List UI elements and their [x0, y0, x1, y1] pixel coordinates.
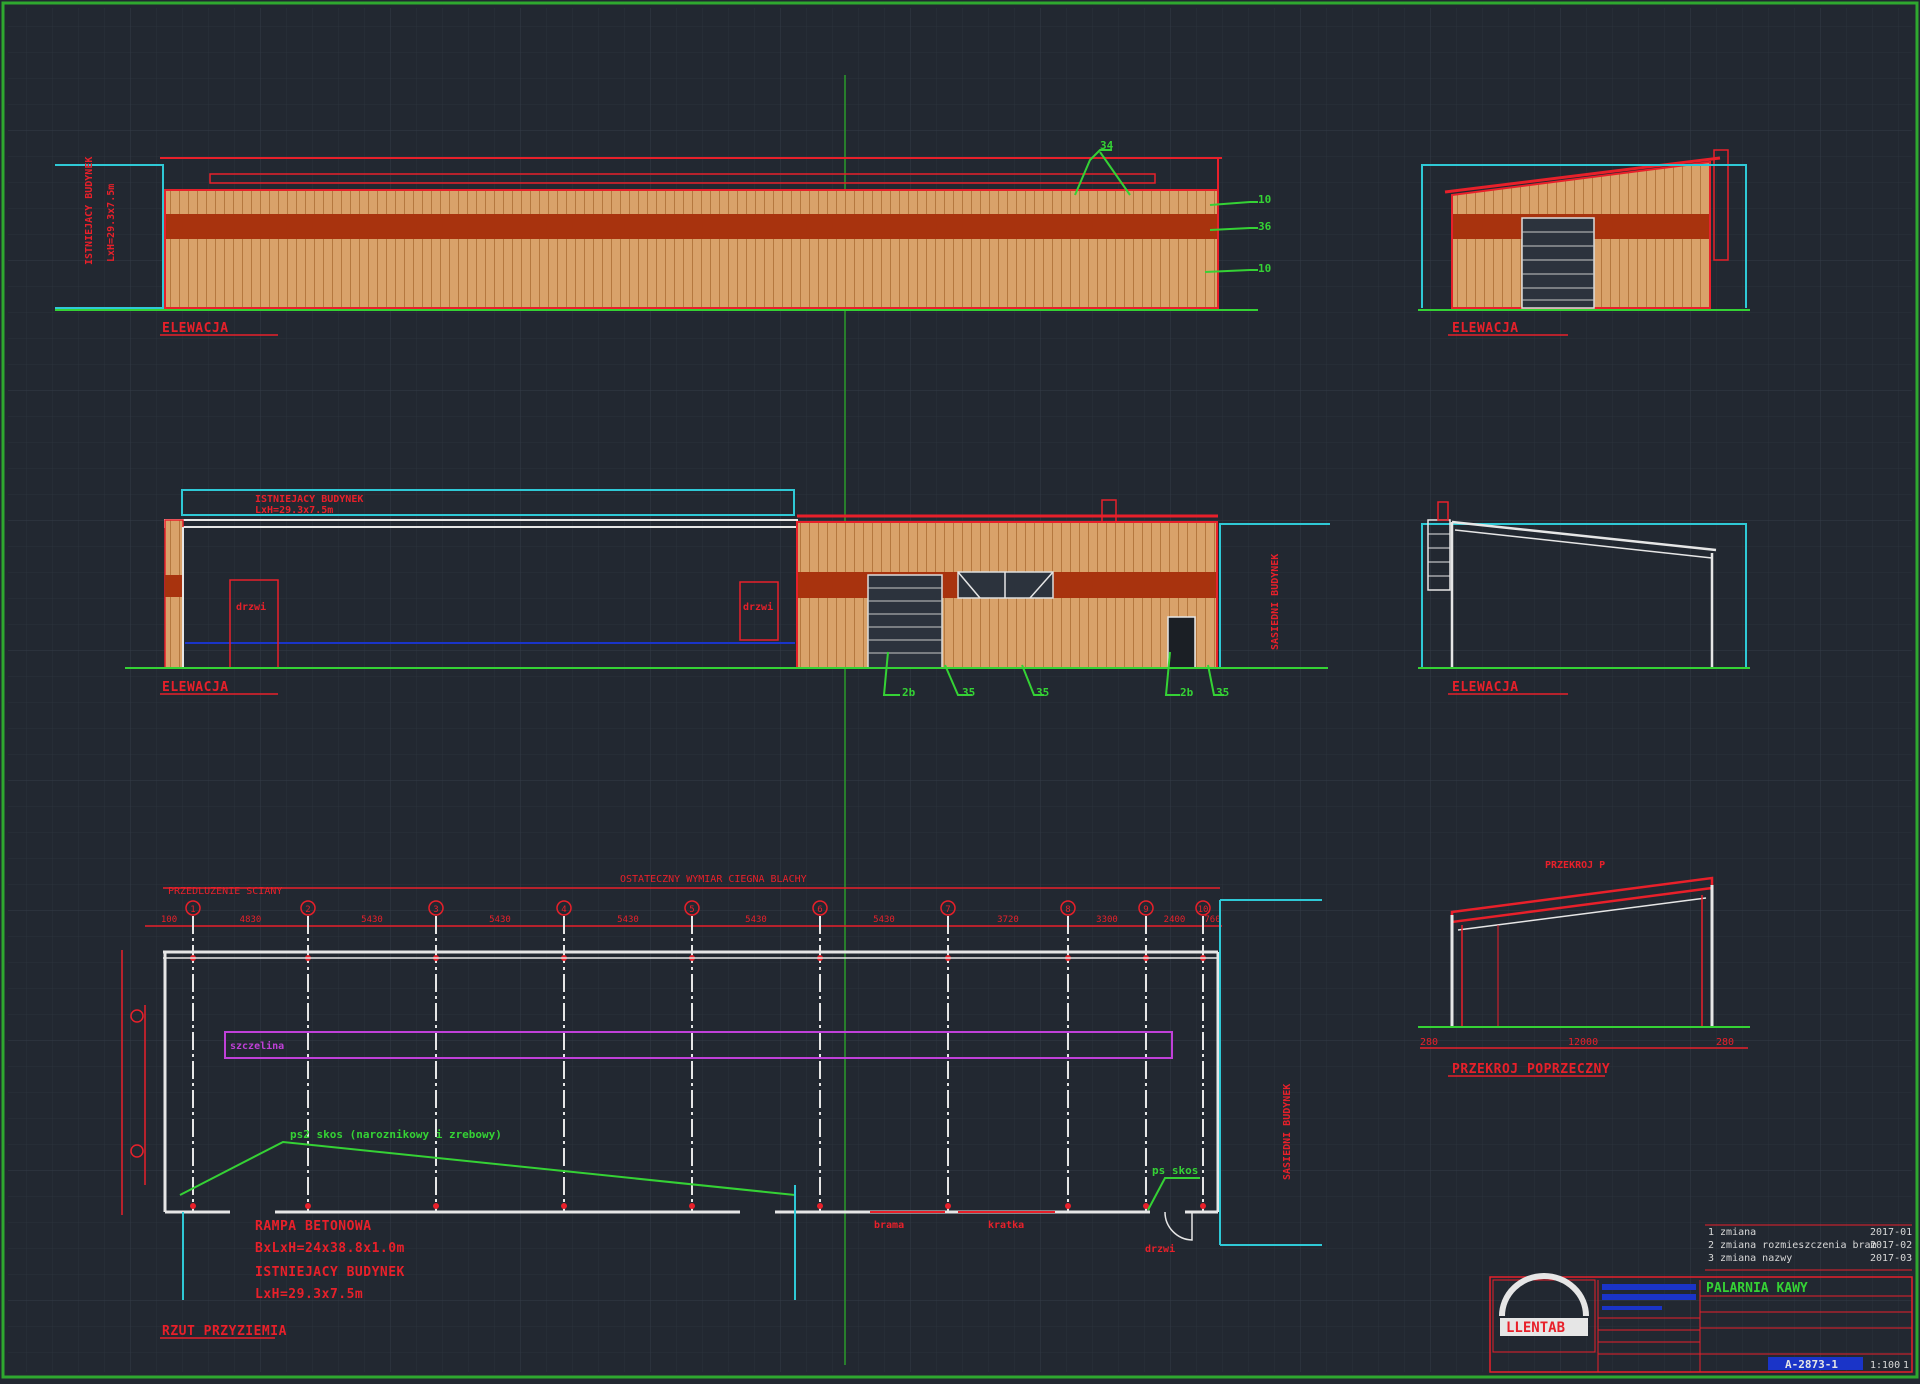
plan-axis-label: 4: [561, 905, 566, 915]
plan-dim-label: 5430: [873, 915, 895, 925]
callout-9: 35: [1216, 686, 1229, 699]
elevation-1-neighbor-label: ISTNIEJACY BUDYNEK: [84, 157, 95, 265]
existing-building-dim: LxH=29.3x7.5m: [255, 505, 333, 516]
callout-6: 35: [962, 686, 975, 699]
plan-dim-label: 5430: [617, 915, 639, 925]
elevation-3-gate: [867, 574, 943, 669]
plan-axis-label: 6: [817, 905, 822, 915]
existing-label-2: LxH=29.3x7.5m: [255, 1287, 363, 1302]
plan-axis-label: 8: [1065, 905, 1070, 915]
section-label: PRZEKROJ POPRZECZNY: [1452, 1062, 1610, 1077]
plan-axis-label: 3: [433, 905, 438, 915]
existing-building-label: ISTNIEJACY BUDYNEK: [255, 494, 363, 505]
plan-dim-label: 760: [1204, 915, 1220, 925]
drawing-scale: 1:100: [1870, 1360, 1900, 1371]
callout-2: 10: [1258, 193, 1271, 206]
drawing-number: A-2873-1: [1785, 1358, 1838, 1371]
callout-3: 36: [1258, 220, 1272, 233]
elevation-3-neighbor-label: SASIEDNI BUDYNEK: [1270, 554, 1281, 650]
section-dim-left: 280: [1420, 1037, 1438, 1048]
existing-building-band: [165, 575, 183, 597]
section-dim-right: 280: [1716, 1037, 1734, 1048]
plan-green-note: ps2 skos (naroznikowy i zrebowy): [290, 1128, 502, 1141]
callout-8: 2b: [1180, 686, 1194, 699]
ramp-label-2: BxLxH=24x38.8x1.0m: [255, 1241, 405, 1256]
rev-date-1: 2017-01: [1870, 1227, 1912, 1238]
rev-row-2: 2 zmiana rozmieszczenia bram: [1708, 1240, 1877, 1251]
plan-axis-label: 5: [689, 905, 694, 915]
plan-door-label: drzwi: [1145, 1243, 1175, 1255]
elevation-2-label: ELEWACJA: [1452, 321, 1519, 336]
elevation-1-label: ELEWACJA: [162, 321, 229, 336]
plan-dim-label: 5430: [361, 915, 383, 925]
elevation-1-neighbor-dim: LxH=29.3x7.5m: [106, 184, 117, 262]
plan-axis-label: 9: [1143, 905, 1148, 915]
plan-dim-label: 3720: [997, 915, 1019, 925]
plan-east-label: SASIEDNI BUDYNEK: [1282, 1084, 1293, 1180]
existing-label-1: ISTNIEJACY BUDYNEK: [255, 1265, 405, 1280]
elevation-1-cladding: [165, 190, 1218, 308]
existing-door-2-label: drzwi: [743, 601, 773, 613]
plan-axis-label: 10: [1198, 905, 1209, 915]
plan-dim-label: 5430: [489, 915, 511, 925]
section-title: PRZEKROJ P: [1545, 860, 1605, 871]
plan-dim-overall-label: OSTATECZNY WYMIAR CIEGNA BLACHY: [620, 874, 807, 885]
callout-1: 34: [1100, 139, 1114, 152]
drawing-sheet: 1: [1903, 1360, 1909, 1371]
section-dim-span: 12000: [1568, 1037, 1598, 1048]
plan-gate-label: brama: [874, 1220, 904, 1231]
rev-date-2: 2017-02: [1870, 1240, 1912, 1251]
callout-5: 2b: [902, 686, 916, 699]
company-logo-text: LLENTAB: [1506, 1320, 1565, 1336]
rev-row-1: 1 zmiana: [1708, 1227, 1756, 1238]
elevation-4-label: ELEWACJA: [1452, 680, 1519, 695]
plan-dim-label: 5430: [745, 915, 767, 925]
elevation-3-door: [1167, 616, 1196, 669]
plan-dim-label: 100: [161, 915, 177, 925]
callout-4: 10: [1258, 262, 1271, 275]
elevation-3-label: ELEWACJA: [162, 680, 229, 695]
plan-axis-label: 2: [305, 905, 310, 915]
ramp-label-1: RAMPA BETONOWA: [255, 1219, 372, 1234]
plan-left-note: PRZEDLUZENIE SCIANY: [168, 886, 282, 897]
project-title: PALARNIA KAWY: [1706, 1281, 1808, 1296]
rev-date-3: 2017-03: [1870, 1253, 1912, 1264]
existing-door-1-label: drzwi: [236, 601, 266, 613]
plan-dim-label: 4830: [240, 915, 262, 925]
cad-drawing-canvas[interactable]: ISTNIEJACY BUDYNEK LxH=29.3x7.5m 34 10 3…: [0, 0, 1920, 1380]
plan-dim-label: 2400: [1164, 915, 1186, 925]
plan-label: RZUT PRZYZIEMIA: [162, 1324, 287, 1339]
elevation-1-band: [165, 214, 1218, 239]
plan-axis-label: 7: [945, 905, 950, 915]
rev-row-3: 3 zmiana nazwy: [1708, 1253, 1792, 1264]
callout-7: 35: [1036, 686, 1049, 699]
plan-green-note-2: ps skos: [1152, 1164, 1198, 1177]
plan-axis-label: 1: [190, 905, 195, 915]
cad-drawing[interactable]: ISTNIEJACY BUDYNEK LxH=29.3x7.5m 34 10 3…: [0, 0, 1920, 1380]
plan-dim-label: 3300: [1096, 915, 1118, 925]
plan-window-label: kratka: [988, 1220, 1024, 1231]
plan-purple-label: szczelina: [230, 1040, 284, 1052]
